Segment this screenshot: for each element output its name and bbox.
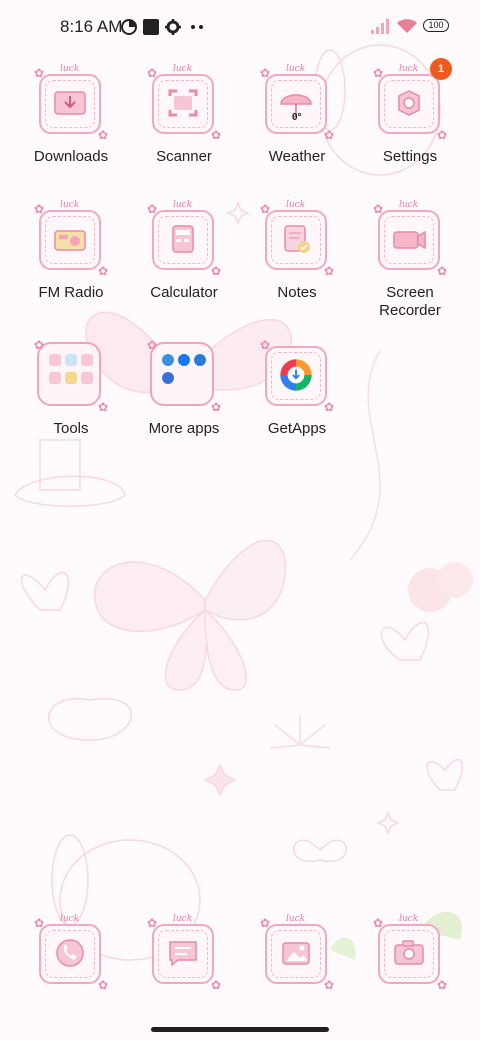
getapps-icon: [280, 359, 312, 391]
dock-messages[interactable]: luck ✿ ✿: [124, 914, 244, 992]
gear-icon: [165, 19, 181, 35]
video-camera-icon: [393, 230, 426, 250]
scanner-icon: [168, 89, 198, 117]
dock-gallery[interactable]: luck ✿ ✿: [237, 914, 357, 992]
app-downloads[interactable]: luck ✿ ✿ Downloads: [11, 64, 131, 166]
folder-tools[interactable]: ✿ ✿ Tools: [11, 338, 131, 438]
app-label: Notes: [277, 284, 317, 301]
notes-icon: [284, 225, 310, 253]
luck-text: luck: [286, 64, 306, 74]
status-bar: 8:16 AM 100: [0, 0, 480, 54]
battery-level: 100: [428, 20, 444, 30]
download-folder-icon: [54, 91, 86, 115]
app-label: Scanner: [156, 148, 212, 165]
luck-text: luck: [60, 64, 80, 74]
app-screen-recorder[interactable]: luck ✿ ✿ Screen Recorder: [350, 200, 470, 320]
app-scanner[interactable]: luck ✿ ✿ Scanner: [124, 64, 244, 166]
luck-text: luck: [399, 914, 419, 924]
folder-icon: [150, 342, 214, 406]
luck-text: luck: [399, 64, 419, 74]
app-getapps[interactable]: ✿ ✿ GetApps: [237, 338, 357, 438]
home-indicator[interactable]: [151, 1027, 329, 1032]
weather-temp: 0°: [292, 112, 302, 123]
message-icon: [169, 941, 197, 967]
app-label: Weather: [268, 148, 326, 165]
battery-icon: 100: [423, 19, 449, 32]
app-label: Settings: [382, 148, 438, 165]
gallery-icon: [282, 942, 310, 965]
app-label: GetApps: [267, 420, 327, 437]
dock-phone[interactable]: luck ✿ ✿: [11, 914, 131, 992]
luck-text: luck: [60, 914, 80, 924]
phone-icon: [56, 939, 84, 967]
camera-icon: [394, 940, 424, 965]
folder-more-apps[interactable]: ✿ ✿ More apps: [124, 338, 244, 438]
app-weather[interactable]: luck ✿ ✿ 0° Weather: [237, 64, 357, 166]
calculator-icon: [172, 225, 194, 253]
luck-text: luck: [60, 200, 80, 210]
app-label: Screen Recorder: [379, 284, 441, 319]
wifi-icon: [397, 19, 417, 33]
home-grid: luck ✿ ✿ Downloads luck ✿ ✿ Scanner luck ✿…: [0, 0, 480, 1040]
square-icon: [143, 19, 159, 35]
luck-text: luck: [286, 914, 306, 924]
app-label: Calculator: [150, 284, 218, 301]
signal-icon: [371, 19, 389, 34]
status-time: 8:16 AM: [60, 17, 123, 36]
app-label: Downloads: [33, 148, 109, 165]
app-fm-radio[interactable]: luck ✿ ✿ FM Radio: [11, 200, 131, 302]
notification-badge: 1: [430, 58, 452, 80]
dock-camera[interactable]: luck ✿ ✿: [350, 914, 470, 992]
app-label: FM Radio: [38, 284, 104, 301]
app-settings[interactable]: luck ✿ ✿ 1 Settings: [350, 58, 470, 166]
luck-text: luck: [173, 200, 193, 210]
app-label: More apps: [148, 420, 220, 437]
app-notes[interactable]: luck ✿ ✿ Notes: [237, 200, 357, 302]
app-calculator[interactable]: luck ✿ ✿ Calculator: [124, 200, 244, 302]
luck-text: luck: [173, 64, 193, 74]
more-dots-icon: [191, 25, 203, 29]
luck-text: luck: [173, 914, 193, 924]
luck-text: luck: [286, 200, 306, 210]
gear-icon: [398, 90, 420, 116]
radio-icon: [54, 230, 86, 251]
app-label: Tools: [53, 420, 89, 437]
data-saver-icon: [121, 19, 137, 35]
luck-text: luck: [399, 200, 419, 210]
